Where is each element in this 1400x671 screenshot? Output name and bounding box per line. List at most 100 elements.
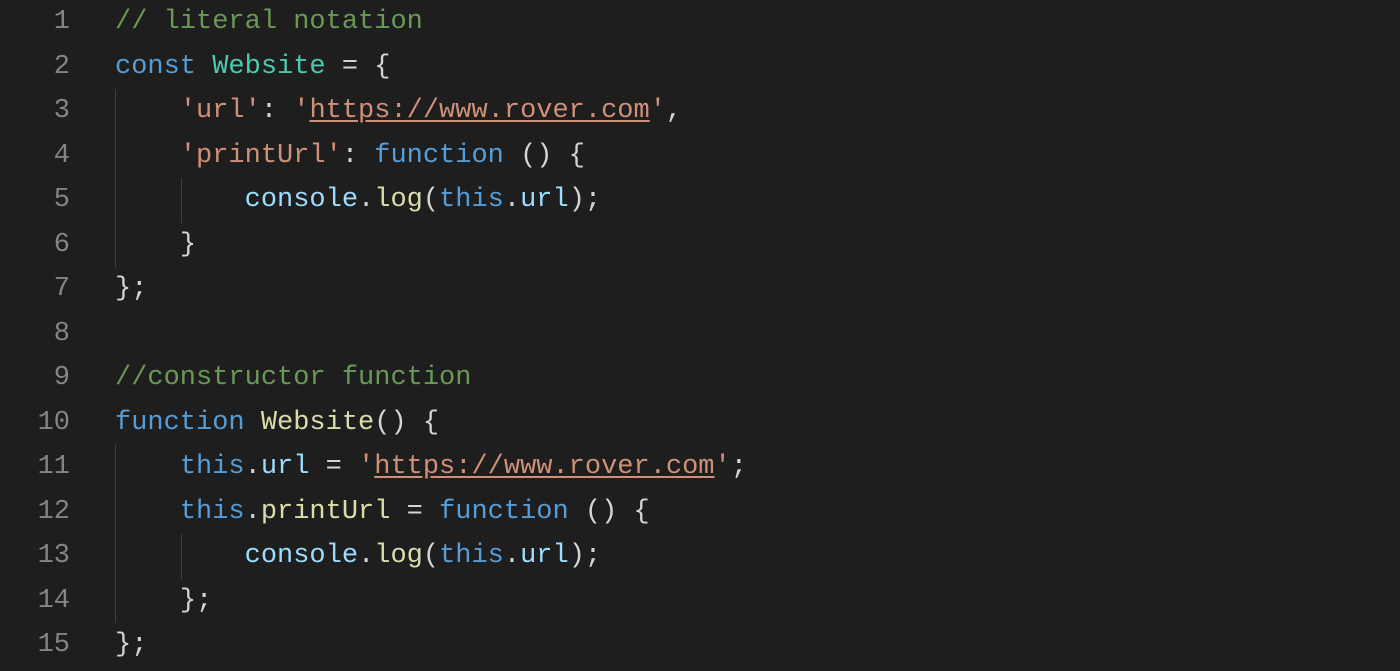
token-string: url — [196, 96, 245, 126]
line-number: 2 — [0, 45, 70, 90]
token-indent — [115, 230, 180, 260]
code-editor[interactable]: 1 2 3 4 5 6 7 8 9 10 11 12 13 14 15 // l… — [0, 0, 1400, 671]
token-brace: { — [634, 497, 650, 527]
token-object: console — [245, 185, 358, 215]
token-brace: { — [374, 52, 390, 82]
token-comment: //constructor function — [115, 363, 471, 393]
token-operator: = — [309, 452, 358, 482]
token-semicolon: ; — [585, 185, 601, 215]
code-line[interactable] — [115, 312, 1400, 357]
token-string: ' — [650, 96, 666, 126]
token-comment: // literal notation — [115, 7, 423, 37]
code-line[interactable]: function Website() { — [115, 401, 1400, 446]
token-string: ' — [180, 141, 196, 171]
token-keyword: function — [439, 497, 569, 527]
indent-guide — [115, 134, 116, 179]
token-object: console — [245, 541, 358, 571]
token-indent — [115, 185, 245, 215]
token-indent — [115, 141, 180, 171]
code-line[interactable]: this.printUrl = function () { — [115, 490, 1400, 535]
token-brace: } — [180, 586, 196, 616]
token-colon: : — [261, 96, 293, 126]
code-line[interactable]: 'url': 'https://www.rover.com', — [115, 89, 1400, 134]
line-number: 4 — [0, 134, 70, 179]
token-dot: . — [358, 541, 374, 571]
code-area[interactable]: // literal notation const Website = { 'u… — [115, 0, 1400, 671]
code-line[interactable]: console.log(this.url); — [115, 178, 1400, 223]
token-paren: ( — [423, 185, 439, 215]
token-operator: = — [326, 52, 375, 82]
token-colon: : — [342, 141, 374, 171]
token-this: this — [439, 185, 504, 215]
line-number: 15 — [0, 623, 70, 668]
token-keyword: function — [115, 408, 245, 438]
line-number: 7 — [0, 267, 70, 312]
token-paren: ( — [423, 541, 439, 571]
token-indent — [115, 541, 245, 571]
line-number: 10 — [0, 401, 70, 446]
token-semicolon: ; — [585, 541, 601, 571]
line-number: 5 — [0, 178, 70, 223]
code-line[interactable]: 'printUrl': function () { — [115, 134, 1400, 179]
token-semicolon: ; — [731, 452, 747, 482]
token-space — [407, 408, 423, 438]
code-line[interactable]: }; — [115, 267, 1400, 312]
code-line[interactable]: }; — [115, 579, 1400, 624]
token-semicolon: ; — [131, 630, 147, 660]
token-function-name: Website — [261, 408, 374, 438]
token-dot: . — [504, 541, 520, 571]
code-line[interactable]: this.url = 'https://www.rover.com'; — [115, 445, 1400, 490]
token-dot: . — [245, 452, 261, 482]
indent-guide — [115, 579, 116, 624]
code-line[interactable]: console.log(this.url); — [115, 534, 1400, 579]
indent-guide — [115, 89, 116, 134]
token-string: ' — [293, 96, 309, 126]
line-number: 13 — [0, 534, 70, 579]
token-semicolon: ; — [131, 274, 147, 304]
token-brace: } — [115, 274, 131, 304]
token-indent — [115, 452, 180, 482]
token-string: ' — [358, 452, 374, 482]
token-brace: { — [423, 408, 439, 438]
token-property: url — [520, 185, 569, 215]
code-line[interactable]: } — [115, 223, 1400, 268]
token-indent — [115, 497, 180, 527]
token-string: printUrl — [196, 141, 326, 171]
token-brace: } — [115, 630, 131, 660]
line-number-gutter: 1 2 3 4 5 6 7 8 9 10 11 12 13 14 15 — [0, 0, 115, 671]
token-function: log — [374, 185, 423, 215]
token-url-link[interactable]: https://www.rover.com — [309, 96, 649, 126]
line-number: 8 — [0, 312, 70, 357]
token-string: ' — [245, 96, 261, 126]
token-operator: = — [390, 497, 439, 527]
line-number: 14 — [0, 579, 70, 624]
line-number: 1 — [0, 0, 70, 45]
line-number: 12 — [0, 490, 70, 535]
token-dot: . — [504, 185, 520, 215]
line-number: 6 — [0, 223, 70, 268]
token-keyword: function — [374, 141, 504, 171]
code-line[interactable]: // literal notation — [115, 0, 1400, 45]
code-line[interactable]: const Website = { — [115, 45, 1400, 90]
token-url-link[interactable]: https://www.rover.com — [374, 452, 714, 482]
line-number: 9 — [0, 356, 70, 401]
indent-guide — [181, 534, 182, 579]
token-string: ' — [715, 452, 731, 482]
token-this: this — [180, 497, 245, 527]
line-number: 3 — [0, 89, 70, 134]
token-paren: ) — [569, 541, 585, 571]
code-line[interactable]: }; — [115, 623, 1400, 668]
token-paren: () — [569, 497, 634, 527]
token-dot: . — [245, 497, 261, 527]
token-space — [245, 408, 261, 438]
code-line[interactable]: //constructor function — [115, 356, 1400, 401]
token-this: this — [180, 452, 245, 482]
token-property: url — [520, 541, 569, 571]
token-brace: { — [569, 141, 585, 171]
indent-guide — [181, 178, 182, 223]
indent-guide — [115, 534, 116, 579]
token-string: ' — [180, 96, 196, 126]
token-class: Website — [212, 52, 325, 82]
token-property: printUrl — [261, 497, 391, 527]
indent-guide — [115, 445, 116, 490]
